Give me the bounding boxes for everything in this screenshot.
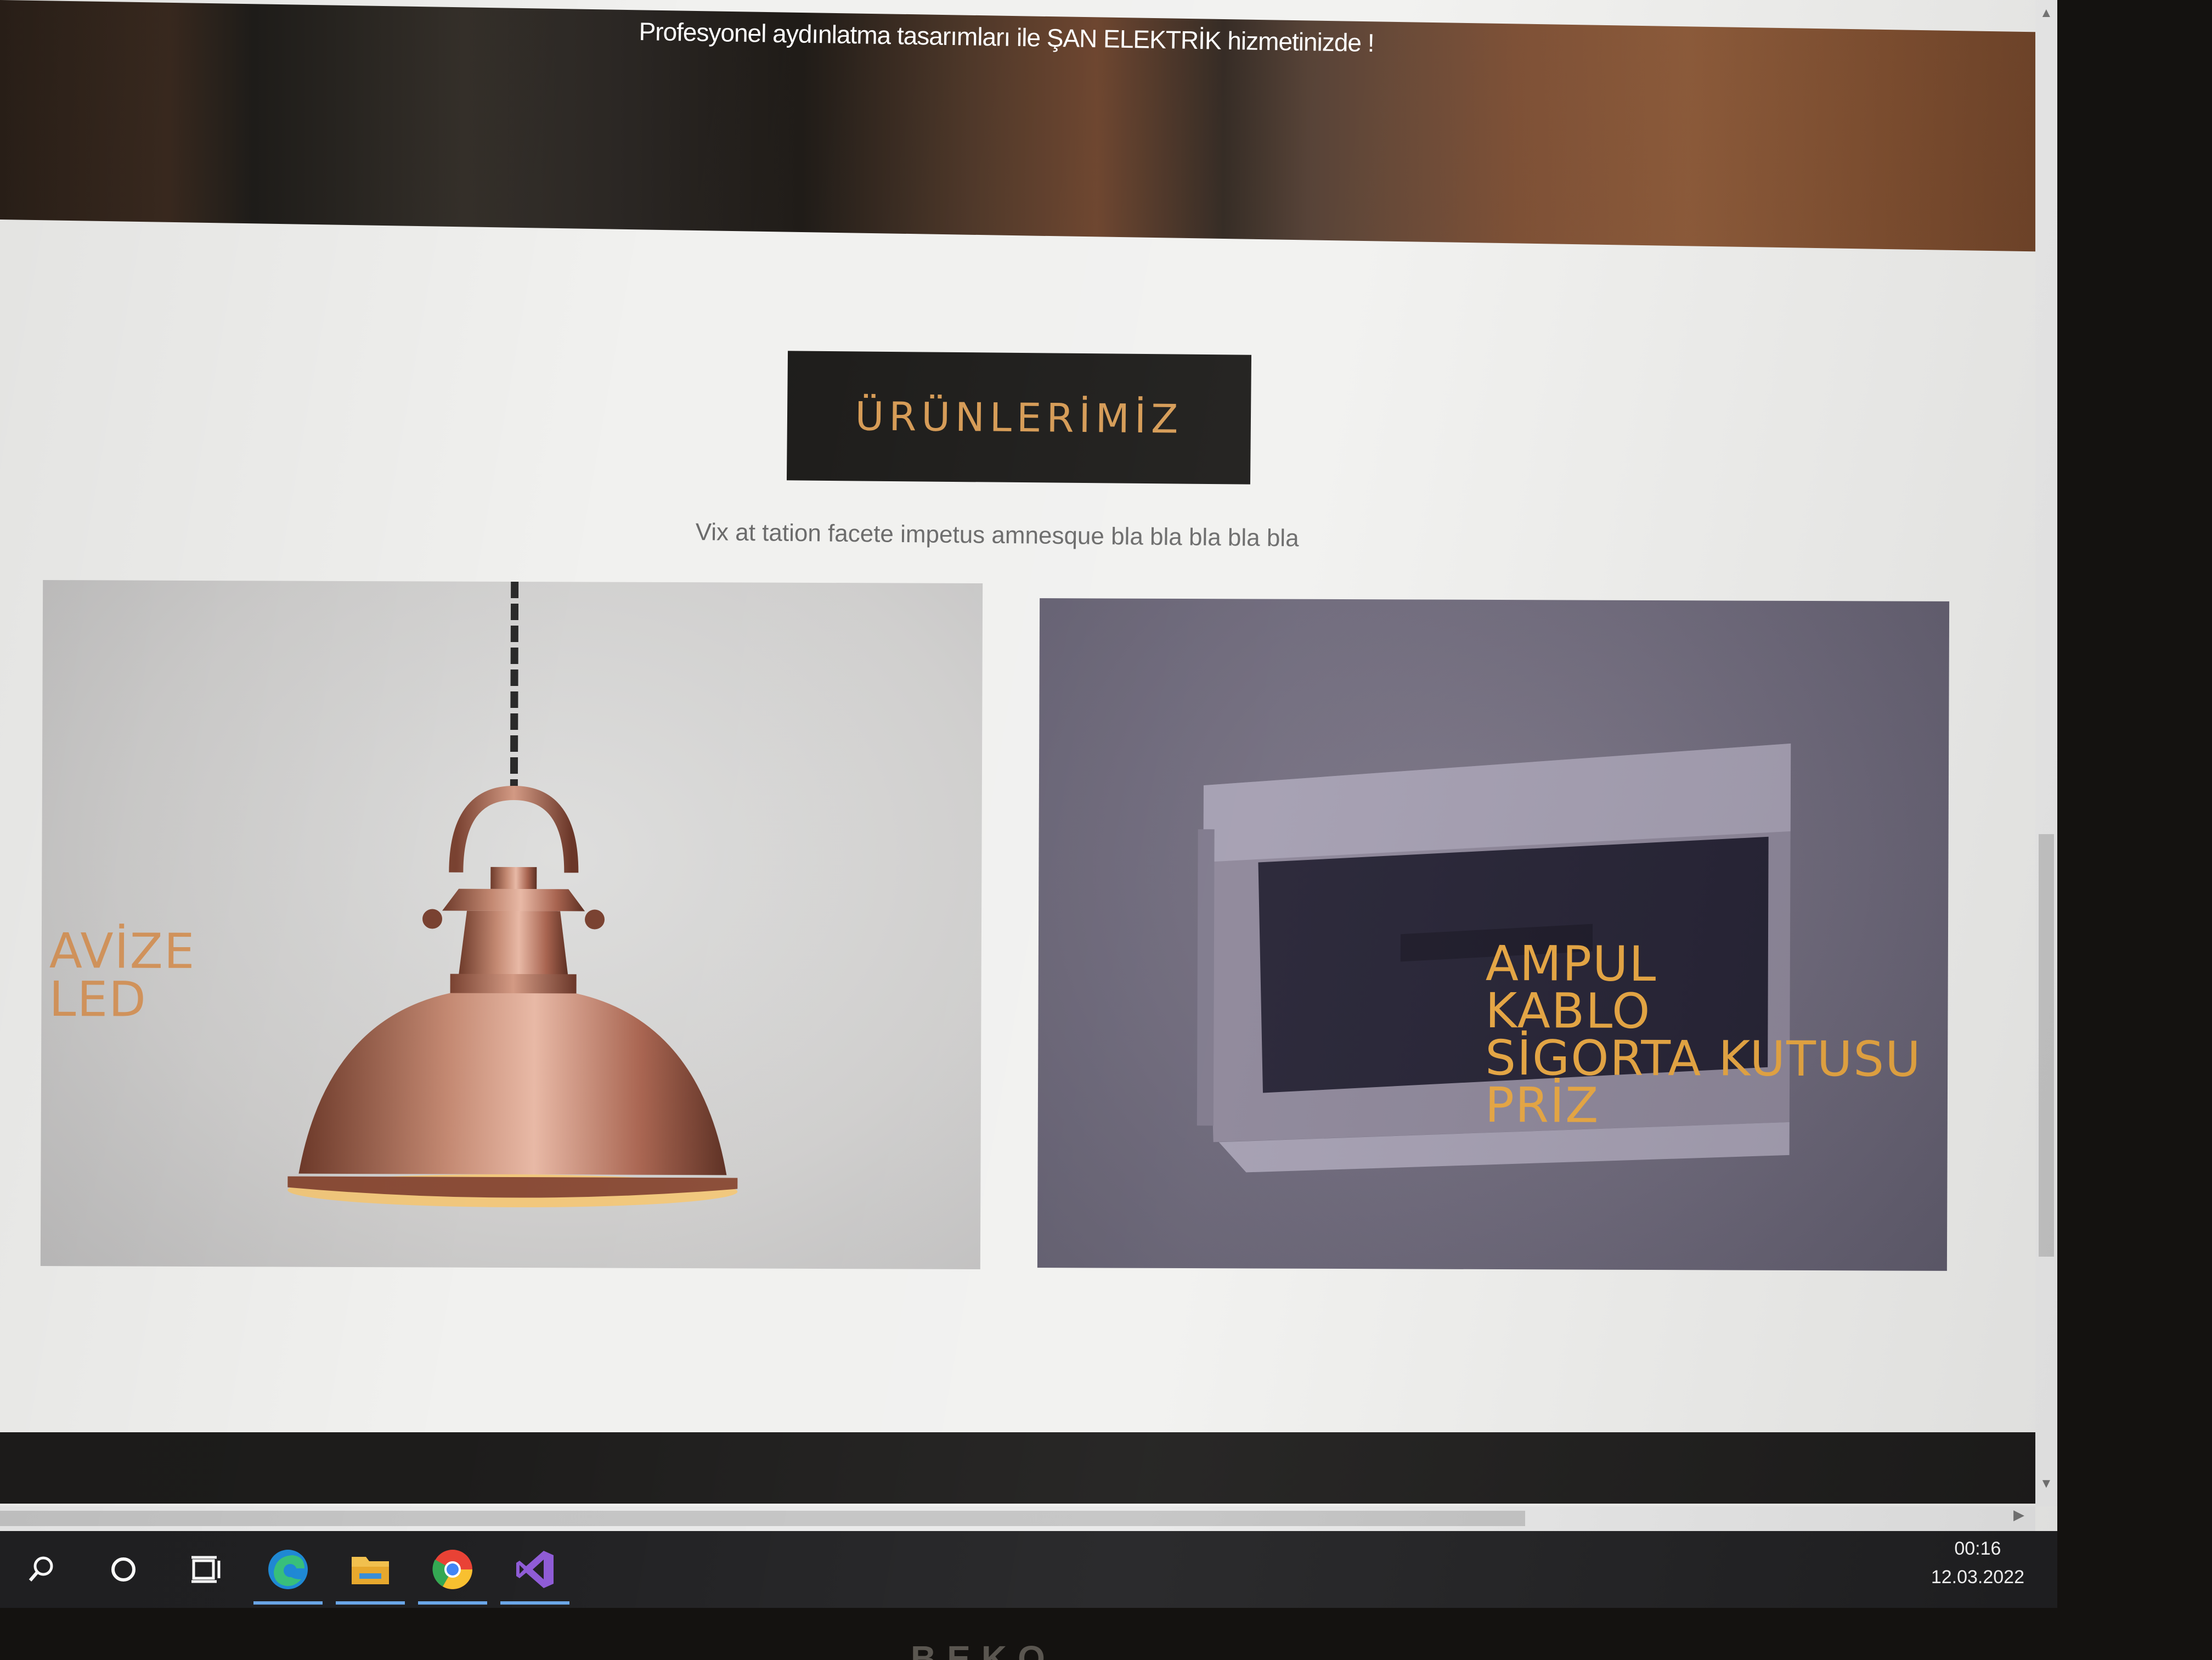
file-explorer-icon[interactable] <box>329 1531 411 1608</box>
category-label-avize: AVİZE <box>49 922 196 980</box>
product-card-electrical[interactable]: AMPUL KABLO SİGORTA KUTUSU PRİZ <box>1037 598 1950 1271</box>
category-label-sigorta-kutusu: SİGORTA KUTUSU <box>1485 1029 1922 1088</box>
scroll-up-arrow-icon[interactable]: ▲ <box>2040 5 2053 21</box>
visual-studio-icon[interactable] <box>494 1531 576 1608</box>
electrical-category-labels: AMPUL KABLO SİGORTA KUTUSU PRİZ <box>1485 935 1922 1134</box>
vertical-scrollbar[interactable]: ▲ ▼ <box>2035 0 2057 1506</box>
product-card-lighting[interactable]: AVİZE LED <box>40 580 983 1269</box>
category-label-kablo: KABLO <box>1485 982 1651 1040</box>
category-label-priz: PRİZ <box>1485 1076 1600 1134</box>
horizontal-scroll-thumb[interactable] <box>0 1511 1525 1526</box>
products-heading-button[interactable]: ÜRÜNLERİMİZ <box>786 351 1252 485</box>
scroll-down-arrow-icon[interactable]: ▼ <box>2040 1476 2053 1492</box>
edge-icon[interactable] <box>247 1531 329 1608</box>
cortana-icon[interactable] <box>82 1531 165 1608</box>
search-icon[interactable] <box>0 1531 82 1608</box>
task-view-icon[interactable] <box>165 1531 247 1608</box>
category-label-ampul: AMPUL <box>1485 935 1657 993</box>
products-subtitle: Vix at tation facete impetus amnesque bl… <box>695 519 1299 552</box>
chrome-icon[interactable] <box>411 1531 494 1608</box>
clock-time: 00:16 <box>1954 1538 2001 1559</box>
category-label-led: LED <box>49 971 148 1028</box>
browser-viewport: Profesyonel aydınlatma tasarımları ile Ş… <box>0 0 2057 1608</box>
lighting-category-labels: AVİZE LED <box>49 922 196 1028</box>
system-clock[interactable]: 00:16 12.03.2022 <box>1931 1534 2024 1591</box>
clock-date: 12.03.2022 <box>1931 1567 2024 1588</box>
horizontal-scrollbar[interactable]: ▶ <box>0 1506 2035 1531</box>
fuse-box-image <box>1197 743 1791 1173</box>
monitor-brand-logo: BEKO <box>911 1639 1056 1660</box>
vertical-scroll-thumb[interactable] <box>2039 834 2054 1257</box>
footer-band <box>0 1432 2035 1504</box>
windows-taskbar: 00:16 12.03.2022 <box>0 1531 2057 1608</box>
scroll-right-arrow-icon[interactable]: ▶ <box>2013 1506 2024 1523</box>
